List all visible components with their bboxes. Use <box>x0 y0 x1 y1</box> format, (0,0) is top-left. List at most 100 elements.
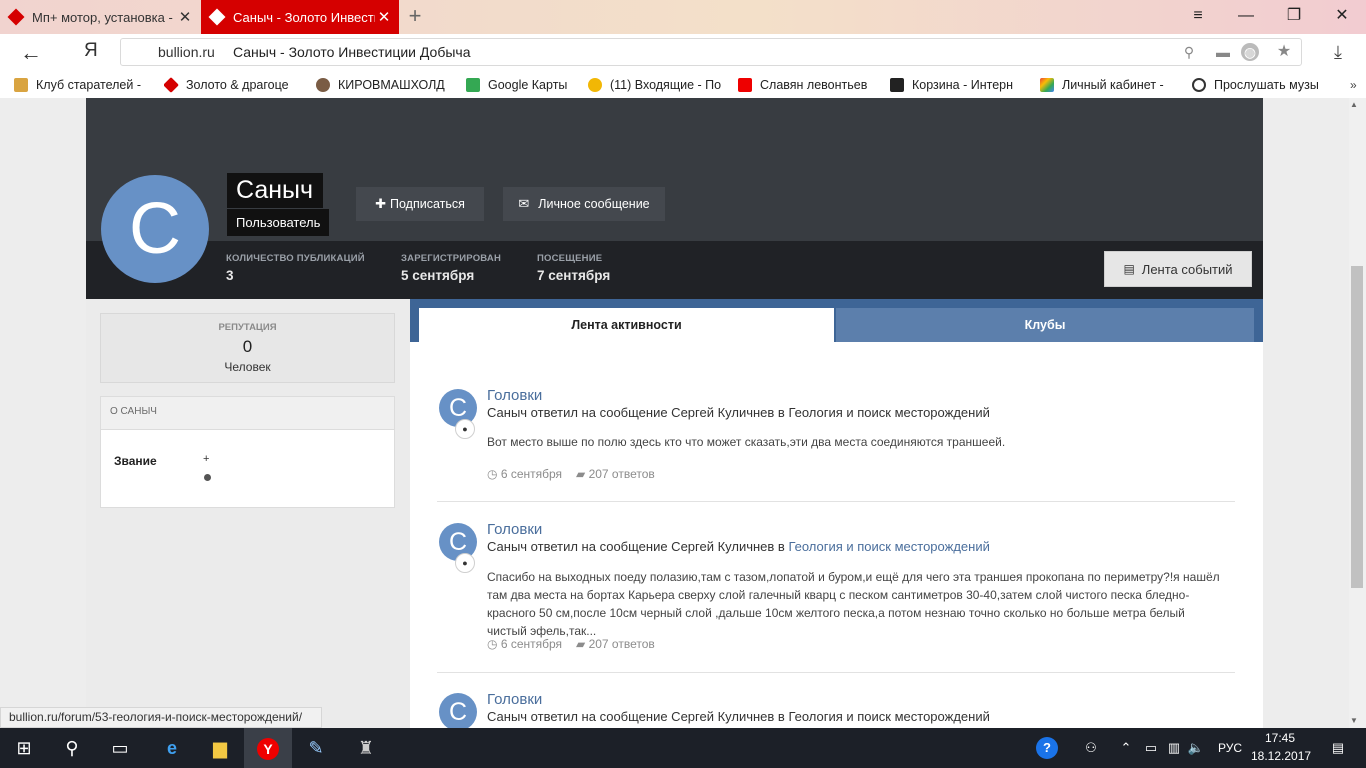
language-indicator[interactable]: РУС <box>1213 728 1247 768</box>
post-title[interactable]: Головки <box>487 387 542 404</box>
battery-icon[interactable]: ▭ <box>1141 728 1161 768</box>
profile-role: Пользователь <box>227 209 330 236</box>
bookmark-item[interactable]: Личный кабинет - <box>1040 76 1174 94</box>
bookmark-star-icon[interactable]: ★ <box>1274 42 1294 62</box>
bookmark-item[interactable]: Google Карты <box>466 76 576 94</box>
play-icon <box>1192 78 1206 92</box>
rank-value: + <box>203 453 210 465</box>
comment-icon: ● <box>455 553 475 573</box>
clock-time[interactable]: 17:45 <box>1262 731 1298 745</box>
browser-tab-motor[interactable]: Мп+ мотор, установка - стр ✕ <box>0 0 200 34</box>
stat-visit-value: 7 сентября <box>537 268 611 283</box>
post-text: Вот место выше по полю здесь кто что мож… <box>487 435 1006 449</box>
notification-icon[interactable]: ▤ <box>1318 728 1358 768</box>
network-icon[interactable]: ▥ <box>1164 728 1184 768</box>
people-icon[interactable]: ⚇ <box>1080 728 1102 768</box>
divider <box>437 501 1235 502</box>
bookmarks-more-button[interactable]: » <box>1350 78 1357 92</box>
post-forum-link[interactable]: Геология и поиск месторождений <box>788 709 989 724</box>
task-view-icon[interactable]: ▭ <box>96 728 144 768</box>
post-text: Спасибо на выходных поеду полазию,там с … <box>487 570 1220 638</box>
bookmark-icon <box>1040 78 1054 92</box>
profile-stats-bar <box>86 241 1263 299</box>
post-title[interactable]: Головки <box>487 521 542 538</box>
scroll-up-icon[interactable]: ▲ <box>1350 100 1358 109</box>
bookmark-item[interactable]: Корзина - Интерн <box>890 76 1026 94</box>
protect-icon[interactable]: ◍ <box>1241 43 1259 61</box>
follow-button[interactable]: ✚ Подписаться <box>356 187 484 221</box>
tab-clubs[interactable]: Клубы <box>836 308 1254 342</box>
rank-dot-icon <box>204 474 211 481</box>
post-forum-link[interactable]: Геология и поиск месторождений <box>788 405 989 420</box>
scroll-down-icon[interactable]: ▼ <box>1350 716 1358 725</box>
search-icon[interactable]: ⚲ <box>48 728 96 768</box>
bookmark-item[interactable]: Клуб старателей - <box>14 76 148 94</box>
post-forum-link[interactable]: Геология и поиск месторождений <box>788 539 989 554</box>
site-favicon-icon <box>7 8 25 26</box>
browser-menu-button[interactable]: ≡ <box>1174 0 1222 34</box>
bookmark-item[interactable]: Прослушать музы <box>1192 76 1328 94</box>
feed-icon: ▤ <box>1123 262 1135 276</box>
post-replies[interactable]: ▰ 207 ответов <box>576 637 655 651</box>
link-status-bar: bullion.ru/forum/53-геология-и-поиск-мес… <box>0 707 322 728</box>
tab-activity[interactable]: Лента активности <box>419 308 834 342</box>
minimize-button[interactable]: — <box>1222 0 1270 34</box>
main-panel <box>410 299 1263 728</box>
envelope-icon: ✉ <box>518 196 530 211</box>
new-tab-button[interactable]: + <box>405 4 425 28</box>
yandex-browser-icon[interactable]: Y <box>244 728 292 768</box>
url-page-title[interactable]: Саныч - Золото Инвестиции Добыча <box>233 44 470 60</box>
comment-icon[interactable]: ▬ <box>1213 42 1233 62</box>
clock-icon: ◷ <box>487 637 501 651</box>
tab-title: Мп+ мотор, установка - стр <box>32 9 176 25</box>
stat-registered-label: ЗАРЕГИСТРИРОВАН <box>401 253 501 264</box>
bookmark-item[interactable]: КИРОВМАШХОЛД <box>316 76 452 94</box>
post-title[interactable]: Головки <box>487 691 542 708</box>
restore-button[interactable]: ❐ <box>1270 0 1318 34</box>
bookmark-item[interactable]: Золото & драгоце <box>164 76 300 94</box>
comment-icon: ● <box>455 419 475 439</box>
scrollbar-thumb[interactable] <box>1351 266 1363 588</box>
close-tab-icon[interactable]: ✕ <box>176 8 194 26</box>
profile-name: Саныч <box>227 173 324 208</box>
bookmark-icon <box>164 77 179 93</box>
volume-icon[interactable]: 🔈 <box>1186 728 1206 768</box>
close-tab-icon[interactable]: ✕ <box>375 8 393 26</box>
activity-feed-button[interactable]: ▤ Лента событий <box>1104 251 1252 287</box>
chevron-up-icon[interactable]: ⌃ <box>1117 728 1135 768</box>
url-domain[interactable]: bullion.ru <box>158 44 215 60</box>
post-description: Саныч ответил на сообщение Сергей Куличн… <box>487 709 990 724</box>
stat-registered-value: 5 сентября <box>401 268 475 283</box>
start-windows-icon[interactable]: ⊞ <box>0 728 48 768</box>
post-avatar[interactable]: С <box>439 693 477 731</box>
help-icon[interactable]: ? <box>1034 728 1060 768</box>
rank-label: Звание <box>114 454 157 468</box>
file-explorer-icon[interactable]: ▆ <box>196 728 244 768</box>
speech-bubble-icon: ▰ <box>576 467 589 481</box>
bookmark-item[interactable]: Славян левонтьев <box>738 76 872 94</box>
youtube-icon <box>738 78 752 92</box>
clock-date[interactable]: 18.12.2017 <box>1251 749 1311 763</box>
post-date[interactable]: ◷ 6 сентября <box>487 467 562 481</box>
tab-title: Саныч - Золото Инвести <box>233 9 375 25</box>
paint-icon[interactable]: ✎ <box>292 728 340 768</box>
about-title: О САНЫЧ <box>110 406 157 417</box>
close-window-button[interactable]: ✕ <box>1318 0 1366 34</box>
bookmark-item[interactable]: (11) Входящие - По <box>588 76 724 94</box>
avatar[interactable]: С <box>101 175 209 283</box>
post-description: Саныч ответил на сообщение Сергей Куличн… <box>487 539 990 554</box>
edge-browser-icon[interactable]: e <box>148 728 196 768</box>
browser-tab-sanych[interactable]: Саныч - Золото Инвести ✕ <box>201 0 399 34</box>
yandex-logo-icon[interactable]: Я <box>84 40 98 62</box>
game-icon[interactable]: ♜ <box>342 728 390 768</box>
divider <box>437 672 1235 673</box>
post-replies[interactable]: ▰ 207 ответов <box>576 467 655 481</box>
bookmark-icon <box>14 78 28 92</box>
post-date[interactable]: ◷ 6 сентября <box>487 637 562 651</box>
stat-visit-label: ПОСЕЩЕНИЕ <box>537 253 603 264</box>
download-icon[interactable]: ⤓ <box>1334 42 1342 63</box>
google-maps-icon <box>466 78 480 92</box>
search-icon[interactable]: ⚲ <box>1179 42 1199 62</box>
back-arrow-icon[interactable]: ← <box>20 40 42 66</box>
message-button[interactable]: ✉ Личное сообщение <box>503 187 665 221</box>
